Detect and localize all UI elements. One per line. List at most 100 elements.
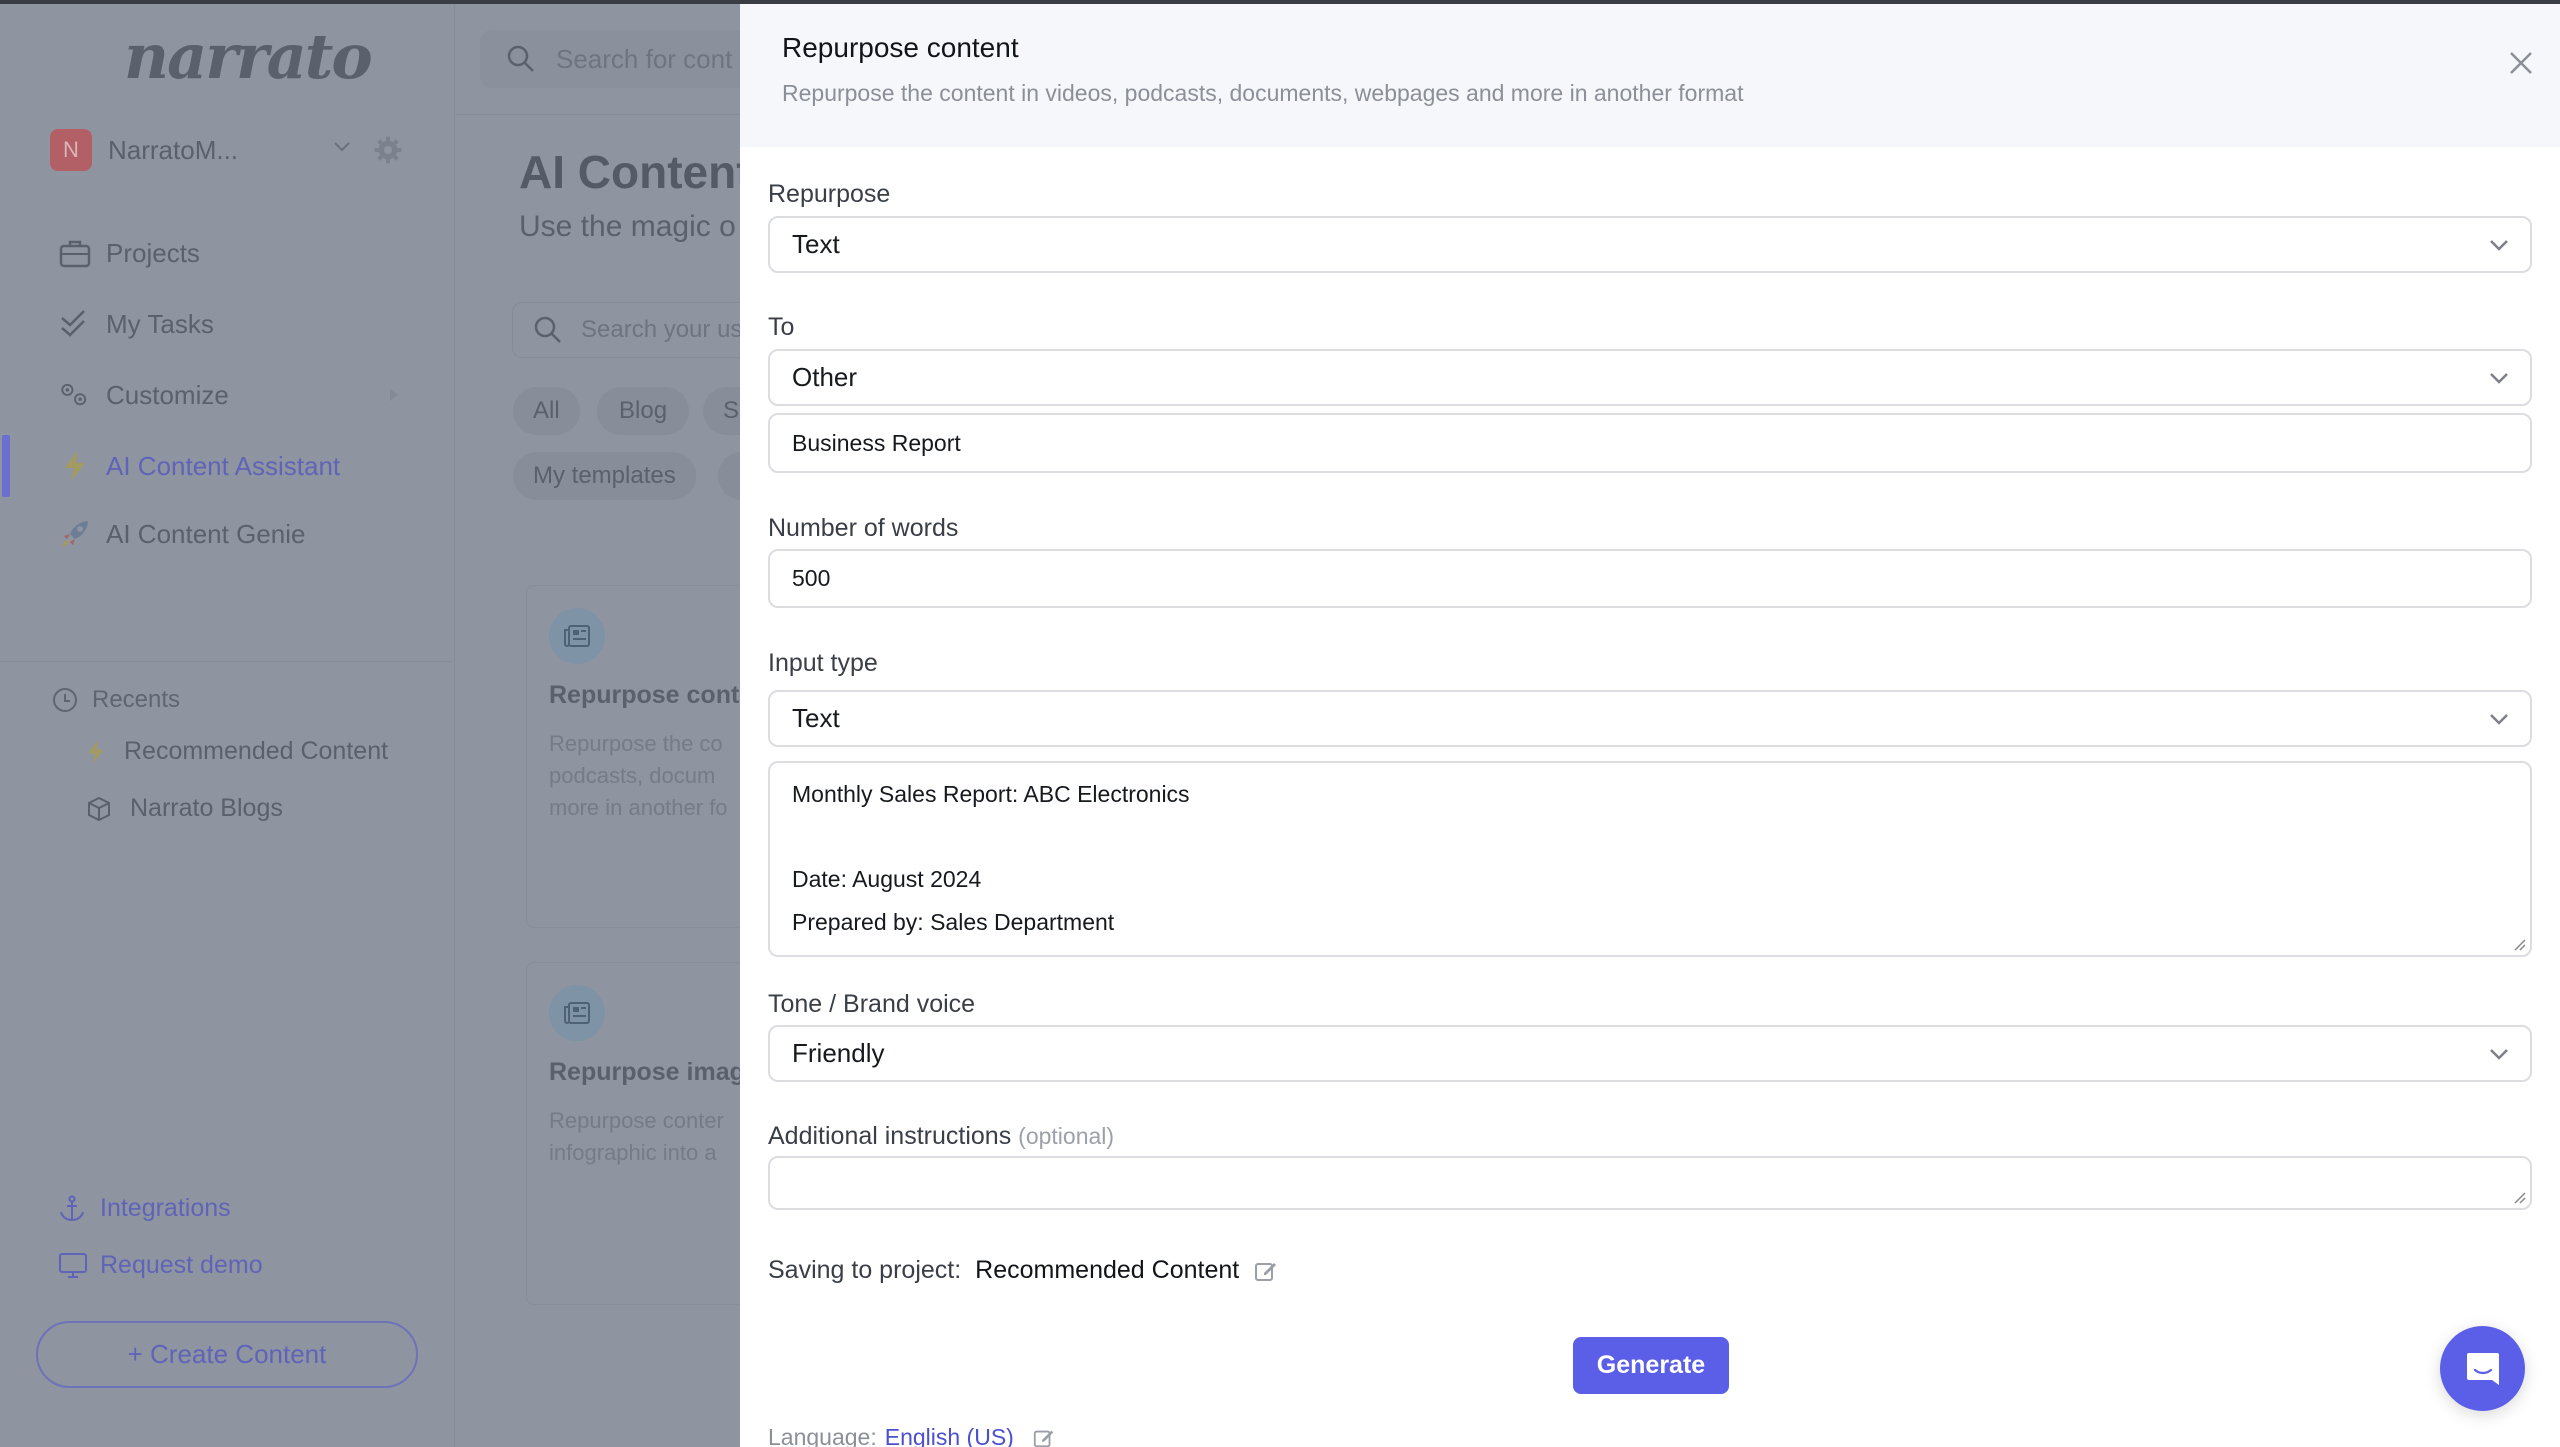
lightning-icon (58, 449, 92, 483)
recent-item-recommended-content[interactable]: Recommended Content (86, 737, 388, 766)
card-desc-line: more in another fo (549, 795, 728, 820)
resize-handle-icon[interactable] (2512, 937, 2526, 951)
filter-chip-blog[interactable]: Blog (597, 387, 690, 435)
repurpose-select[interactable]: Text (768, 216, 2532, 273)
to-label: To (768, 313, 795, 341)
instructions-label-text: Additional instructions (768, 1122, 1012, 1150)
request-demo-link[interactable]: Request demo (58, 1251, 263, 1280)
resize-handle-icon[interactable] (2512, 1190, 2526, 1204)
to-select[interactable]: Other (768, 349, 2532, 406)
custom-format-input[interactable]: Business Report (768, 413, 2532, 473)
sidebar-item-ai-content-assistant[interactable]: AI Content Assistant (58, 449, 340, 483)
newspaper-icon (549, 985, 605, 1041)
saving-label: Saving to project: (768, 1256, 962, 1284)
sidebar: narrato N NarratoM... Projects My Tasks … (0, 0, 455, 1447)
custom-format-value: Business Report (792, 429, 961, 456)
drawer-header: Repurpose content Repurpose the content … (740, 4, 2560, 147)
search-icon (507, 45, 534, 72)
double-check-icon (58, 307, 92, 341)
page-subtitle: Use the magic o (519, 210, 736, 243)
gears-icon (58, 378, 92, 412)
language-setting: Language: English (US) (768, 1424, 1056, 1447)
edit-icon[interactable] (1253, 1258, 1279, 1284)
global-search-placeholder: Search for cont (556, 43, 733, 74)
chevron-down-icon (2490, 239, 2508, 251)
sidebar-item-label: AI Content Assistant (106, 450, 341, 481)
number-of-words-input[interactable]: 500 (768, 549, 2532, 608)
gear-icon[interactable] (372, 134, 404, 166)
page-title: AI Content (519, 146, 752, 198)
drawer-title: Repurpose content (782, 32, 1019, 63)
input-text-line: Monthly Sales Report: ABC Electronics (792, 781, 1190, 807)
sidebar-item-customize[interactable]: Customize (58, 378, 398, 412)
card-title: Repurpose imag (549, 1058, 745, 1086)
filter-chip-all[interactable]: All (513, 387, 580, 435)
narrato-logo: narrato (124, 20, 373, 93)
tone-label: Tone / Brand voice (768, 990, 976, 1018)
card-description: Repurpose conter infographic into a (549, 1105, 724, 1169)
input-type-select[interactable]: Text (768, 690, 2532, 747)
card-title: Repurpose cont (549, 681, 740, 709)
card-desc-line: infographic into a (549, 1140, 717, 1165)
filter-chip-my-templates[interactable]: My templates (513, 452, 696, 500)
card-description: Repurpose the co podcasts, docum more in… (549, 728, 728, 824)
card-desc-line: podcasts, docum (549, 763, 716, 788)
create-content-button[interactable]: + Create Content (36, 1321, 418, 1388)
rocket-icon (58, 517, 92, 551)
project-name: Recommended Content (975, 1256, 1240, 1284)
briefcase-icon (58, 236, 92, 270)
sidebar-item-ai-content-genie[interactable]: AI Content Genie (58, 517, 305, 551)
workspace-avatar: N (50, 129, 92, 171)
chat-icon (2466, 1352, 2499, 1385)
chevron-down-icon[interactable] (332, 136, 352, 156)
recent-item-label: Recommended Content (124, 737, 389, 765)
sidebar-item-my-tasks[interactable]: My Tasks (58, 307, 214, 341)
input-type-value: Text (792, 703, 840, 733)
chat-support-button[interactable] (2440, 1326, 2525, 1411)
anchor-icon (60, 1195, 84, 1221)
tone-value: Friendly (792, 1038, 885, 1068)
sidebar-item-projects[interactable]: Projects (58, 236, 200, 270)
sidebar-item-label: Projects (106, 237, 200, 268)
active-indicator (2, 435, 10, 497)
integrations-label: Integrations (100, 1194, 231, 1222)
sidebar-item-label: AI Content Genie (106, 518, 306, 549)
sidebar-item-label: My Tasks (106, 308, 214, 339)
input-text-line: Date: August 2024 (792, 866, 982, 892)
workspace-name: NarratoM... (108, 134, 239, 165)
sidebar-divider (0, 661, 452, 662)
input-type-label: Input type (768, 649, 878, 677)
edit-icon[interactable] (1032, 1426, 1056, 1447)
integrations-link[interactable]: Integrations (58, 1194, 231, 1223)
recents-header: Recents (52, 686, 180, 714)
language-label: Language: (768, 1424, 877, 1447)
generate-button[interactable]: Generate (1573, 1337, 1729, 1394)
close-icon[interactable] (2502, 44, 2540, 82)
workspace-switcher[interactable]: N NarratoM... (50, 128, 410, 172)
card-desc-line: Repurpose the co (549, 731, 723, 756)
expand-arrow-icon[interactable] (388, 388, 400, 402)
optional-hint: (optional) (1018, 1123, 1115, 1149)
chevron-down-icon (2490, 372, 2508, 384)
recent-item-label: Narrato Blogs (130, 794, 283, 822)
repurpose-label: Repurpose (768, 180, 891, 208)
recent-item-narrato-blogs[interactable]: Narrato Blogs (86, 794, 283, 823)
number-of-words-value: 500 (792, 565, 831, 591)
recents-label: Recents (92, 686, 181, 713)
drawer-subtitle: Repurpose the content in videos, podcast… (782, 80, 1744, 106)
words-label: Number of words (768, 514, 959, 542)
chevron-down-icon (2490, 1048, 2508, 1060)
newspaper-icon (549, 608, 605, 664)
card-desc-line: Repurpose conter (549, 1108, 724, 1133)
saving-to-project: Saving to project: Recommended Content (768, 1256, 1279, 1285)
input-text-area[interactable]: Monthly Sales Report: ABC Electronics Da… (768, 761, 2532, 957)
lightning-icon (88, 739, 104, 764)
language-value[interactable]: English (US) (885, 1424, 1014, 1447)
additional-instructions-input[interactable] (768, 1156, 2532, 1210)
instructions-label: Additional instructions (optional) (768, 1122, 1114, 1151)
monitor-icon (59, 1252, 87, 1278)
repurpose-value: Text (792, 229, 840, 259)
tone-select[interactable]: Friendly (768, 1025, 2532, 1082)
to-value: Other (792, 362, 858, 392)
repurpose-content-drawer: Repurpose content Repurpose the content … (740, 4, 2560, 1447)
